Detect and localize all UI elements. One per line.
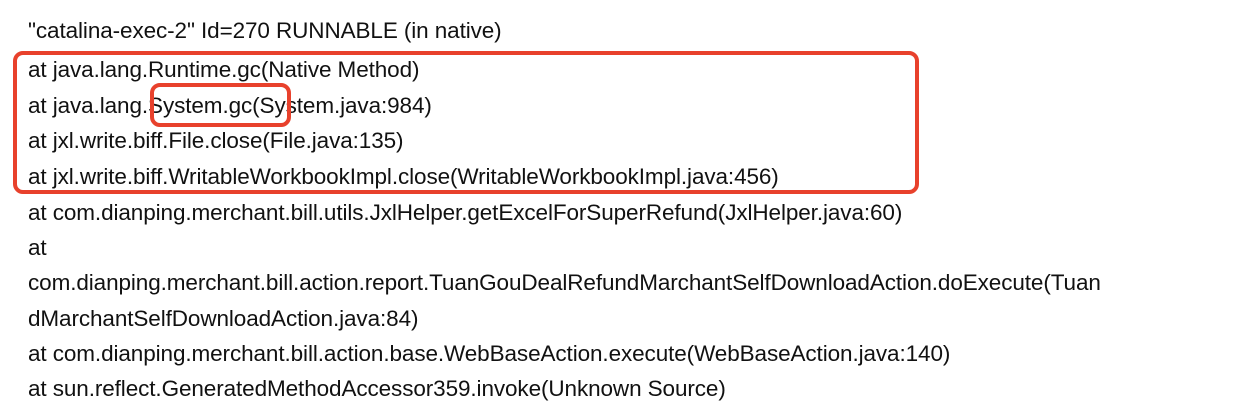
stack-frame-line: at com.dianping.merchant.bill.action.bas… bbox=[28, 341, 951, 366]
stack-frame-line: at com.dianping.merchant.bill.utils.JxlH… bbox=[28, 200, 903, 225]
stack-frame-line: at bbox=[28, 235, 47, 260]
frames-highlight-box bbox=[13, 51, 919, 194]
stack-trace: "catalina-exec-2" Id=270 RUNNABLE (in na… bbox=[0, 0, 1240, 418]
stack-frame-line: com.dianping.merchant.bill.action.report… bbox=[28, 270, 1101, 295]
stack-frame-line: at sun.reflect.GeneratedMethodAccessor35… bbox=[28, 376, 726, 401]
stack-frame-line: dMarchantSelfDownloadAction.java:84) bbox=[28, 306, 419, 331]
thread-header-line: "catalina-exec-2" Id=270 RUNNABLE (in na… bbox=[28, 18, 502, 43]
system-gc-highlight-box bbox=[150, 83, 291, 127]
